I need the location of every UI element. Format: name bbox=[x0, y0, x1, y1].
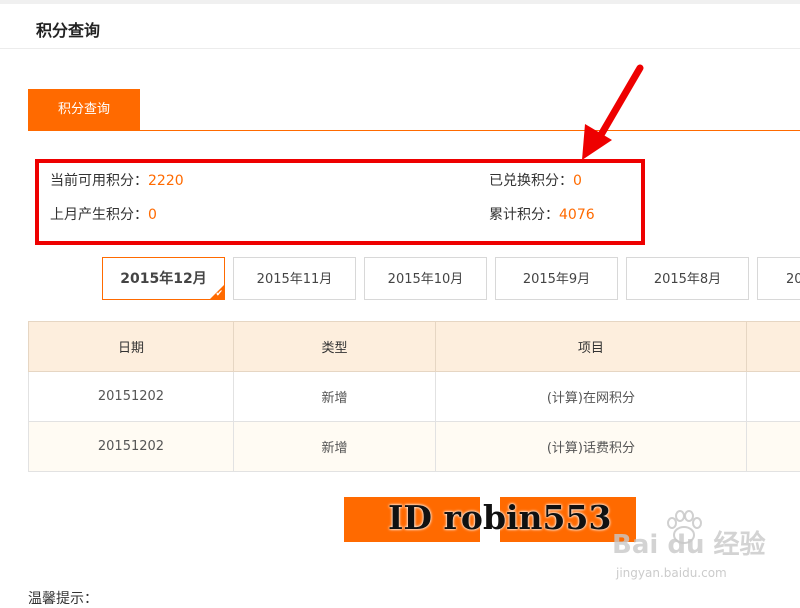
month-tab-2015-09[interactable]: 2015年9月 bbox=[495, 257, 618, 300]
month-tab-2015-11[interactable]: 2015年11月 bbox=[233, 257, 356, 300]
tab-bar: 积分查询 bbox=[28, 89, 800, 131]
tips-heading: 温馨提示： bbox=[28, 588, 98, 608]
cell-item: (计算)在网积分 bbox=[436, 372, 747, 422]
month-tab-label: 2015年10月 bbox=[388, 272, 464, 287]
total-points-label: 累计积分： bbox=[489, 207, 559, 223]
tab-points-query[interactable]: 积分查询 bbox=[28, 89, 140, 130]
cell-date: 20151202 bbox=[29, 422, 234, 472]
cell-type: 新增 bbox=[233, 372, 435, 422]
redeemed-points: 已兑换积分：0 bbox=[489, 170, 582, 190]
month-tab-2015-12[interactable]: 2015年12月 ✔ bbox=[102, 257, 225, 300]
redeemed-points-label: 已兑换积分： bbox=[489, 173, 573, 189]
table-header-row: 日期 类型 项目 bbox=[29, 322, 800, 372]
total-points: 累计积分：4076 bbox=[489, 204, 595, 224]
check-icon: ✔ bbox=[215, 289, 223, 299]
last-month-points-label: 上月产生积分： bbox=[50, 207, 148, 223]
points-records-table: 日期 类型 项目 20151202 新增 (计算)在网积分 20151202 新… bbox=[28, 321, 800, 472]
column-header-type: 类型 bbox=[233, 322, 435, 372]
available-points-label: 当前可用积分： bbox=[50, 173, 148, 189]
baidu-jingyan-url-watermark: jingyan.baidu.com bbox=[616, 566, 727, 580]
column-header-date: 日期 bbox=[29, 322, 234, 372]
last-month-points-value: 0 bbox=[148, 207, 157, 223]
month-tab-label: 2015年11月 bbox=[257, 272, 333, 287]
available-points-value: 2220 bbox=[148, 173, 184, 189]
month-tab-label: 2015年12月 bbox=[120, 271, 206, 287]
month-tab-label: 2015年8月 bbox=[654, 272, 721, 287]
column-header-extra bbox=[746, 322, 800, 372]
page-title: 积分查询 bbox=[36, 17, 100, 41]
cell-item: (计算)话费积分 bbox=[436, 422, 747, 472]
column-header-item: 项目 bbox=[436, 322, 747, 372]
month-tab-label: 20 bbox=[786, 272, 800, 287]
month-tab-2015-10[interactable]: 2015年10月 bbox=[364, 257, 487, 300]
available-points: 当前可用积分：2220 bbox=[50, 170, 184, 190]
month-tab-partial[interactable]: 20 bbox=[757, 257, 800, 300]
baidu-paw-icon bbox=[664, 510, 704, 546]
page-header: 积分查询 bbox=[0, 4, 800, 49]
action-button-right[interactable] bbox=[500, 497, 636, 542]
cell-date: 20151202 bbox=[29, 372, 234, 422]
total-points-value: 4076 bbox=[559, 207, 595, 223]
table-row: 20151202 新增 (计算)话费积分 bbox=[29, 422, 800, 472]
month-selector: 2015年12月 ✔ 2015年11月 2015年10月 2015年9月 201… bbox=[0, 257, 800, 302]
table-row: 20151202 新增 (计算)在网积分 bbox=[29, 372, 800, 422]
last-month-points: 上月产生积分：0 bbox=[50, 204, 157, 224]
cell-type: 新增 bbox=[233, 422, 435, 472]
action-button-left[interactable] bbox=[344, 497, 480, 542]
cell-extra bbox=[746, 422, 800, 472]
month-tab-label: 2015年9月 bbox=[523, 272, 590, 287]
redeemed-points-value: 0 bbox=[573, 173, 582, 189]
month-tab-2015-08[interactable]: 2015年8月 bbox=[626, 257, 749, 300]
cell-extra bbox=[746, 372, 800, 422]
